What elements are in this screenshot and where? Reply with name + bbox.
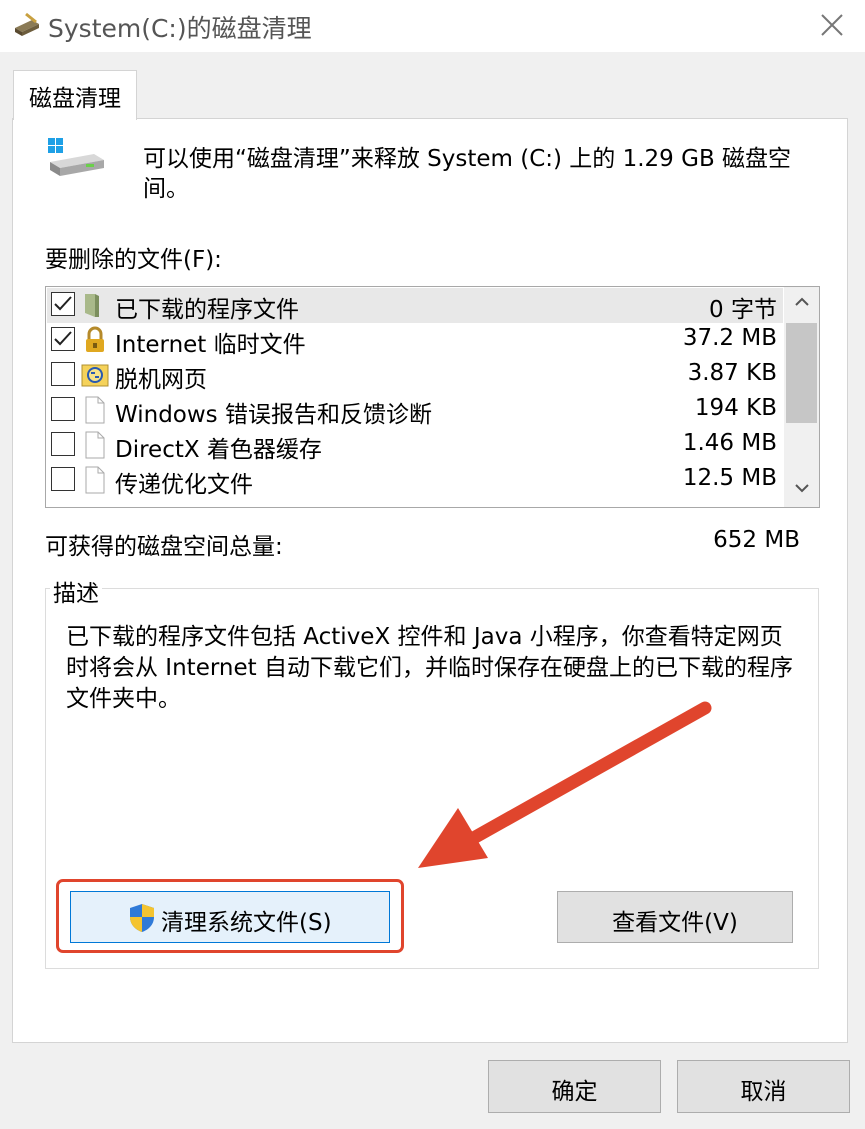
view-files-button[interactable]: 查看文件(V)	[557, 891, 793, 943]
checkbox-checked[interactable]	[51, 292, 75, 316]
lock-icon	[81, 326, 109, 354]
file-size: 0 字节	[709, 297, 777, 323]
file-name: Windows 错误报告和反馈诊断	[115, 402, 432, 428]
file-name: 传递优化文件	[115, 472, 253, 498]
file-size: 1.46 MB	[682, 430, 777, 456]
vertical-scrollbar[interactable]	[784, 287, 819, 507]
file-size: 37.2 MB	[682, 325, 777, 351]
cancel-label: 取消	[740, 1079, 787, 1105]
list-item[interactable]: DirectX 着色器缓存 1.46 MB	[47, 428, 783, 463]
checkbox-unchecked[interactable]	[51, 397, 75, 421]
scroll-thumb[interactable]	[786, 323, 817, 423]
ok-button[interactable]: 确定	[488, 1060, 661, 1113]
file-icon	[81, 431, 109, 459]
scroll-up-button[interactable]	[784, 287, 819, 321]
offline-folder-icon	[81, 361, 109, 389]
file-icon	[81, 396, 109, 424]
checkmark-icon	[54, 296, 72, 311]
window-title: System(C:)的磁盘清理	[48, 14, 312, 43]
file-size: 12.5 MB	[682, 465, 777, 491]
checkbox-checked[interactable]	[51, 327, 75, 351]
file-name: 脱机网页	[115, 367, 207, 393]
list-item[interactable]: 传递优化文件 12.5 MB	[47, 463, 783, 498]
close-button[interactable]	[806, 0, 858, 52]
description-legend: 描述	[50, 574, 102, 608]
file-size: 3.87 KB	[687, 360, 777, 386]
file-name: Internet 临时文件	[115, 332, 306, 358]
file-size: 194 KB	[694, 395, 777, 421]
list-item[interactable]: 脱机网页 3.87 KB	[47, 358, 783, 393]
view-files-label: 查看文件(V)	[612, 910, 738, 936]
checkmark-icon	[54, 331, 72, 346]
title-bar: System(C:)的磁盘清理	[0, 0, 865, 52]
chevron-down-icon	[795, 484, 809, 493]
disk-cleanup-icon	[12, 12, 42, 38]
annotation-highlight-box	[56, 879, 404, 953]
annotation-arrow	[418, 701, 712, 868]
total-space-value: 652 MB	[713, 527, 800, 553]
list-item[interactable]: Windows 错误报告和反馈诊断 194 KB	[47, 393, 783, 428]
files-to-delete-label: 要删除的文件(F):	[45, 247, 222, 273]
file-icon	[81, 466, 109, 494]
folder-icon	[81, 291, 109, 319]
close-icon	[821, 14, 843, 36]
total-space-label: 可获得的磁盘空间总量:	[45, 534, 283, 560]
tab-label: 磁盘清理	[29, 86, 121, 112]
files-list[interactable]: 已下载的程序文件 0 字节 Internet 临时文件 37.2 MB 脱机网页…	[45, 286, 820, 508]
tab-disk-cleanup[interactable]: 磁盘清理	[13, 70, 137, 120]
chevron-up-icon	[795, 297, 809, 306]
list-item[interactable]: Internet 临时文件 37.2 MB	[47, 323, 783, 358]
file-name: DirectX 着色器缓存	[115, 437, 322, 463]
list-item[interactable]: 已下载的程序文件 0 字节	[47, 288, 783, 323]
checkbox-unchecked[interactable]	[51, 362, 75, 386]
file-name: 已下载的程序文件	[115, 297, 299, 323]
drive-icon	[46, 136, 106, 182]
scroll-down-button[interactable]	[784, 473, 819, 507]
ok-label: 确定	[551, 1079, 598, 1105]
checkbox-unchecked[interactable]	[51, 467, 75, 491]
cancel-button[interactable]: 取消	[677, 1060, 850, 1113]
checkbox-unchecked[interactable]	[51, 432, 75, 456]
intro-text: 可以使用“磁盘清理”来释放 System (C:) 上的 1.29 GB 磁盘空…	[143, 146, 792, 202]
